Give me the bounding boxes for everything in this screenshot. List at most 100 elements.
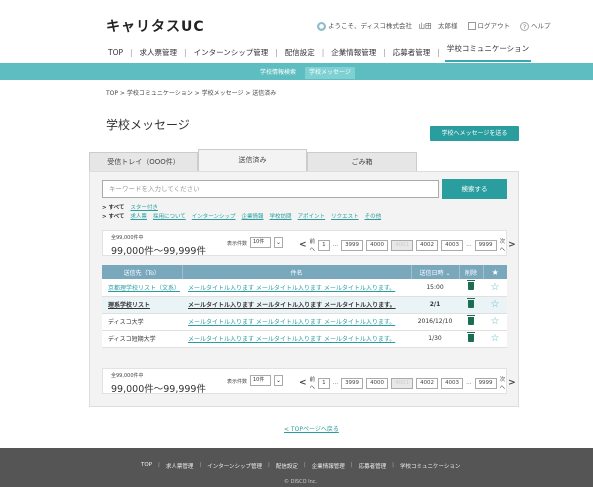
delete-button[interactable]: [459, 279, 483, 297]
next-link[interactable]: 次へ: [500, 237, 506, 253]
back-to-top-link[interactable]: < TOPページへ戻る: [284, 424, 339, 433]
tab-sent[interactable]: 送信済み: [198, 149, 307, 171]
recipient[interactable]: 京都理学校リスト（文系）: [102, 279, 182, 297]
star-toggle[interactable]: ☆: [483, 279, 507, 297]
nav-applicants[interactable]: 応募者管理: [391, 47, 433, 58]
per-page-select[interactable]: 10件: [250, 375, 271, 386]
table-row[interactable]: 京都理学校リスト（文系） メールタイトル入ります メールタイトル入ります メール…: [102, 279, 507, 297]
filter-request[interactable]: リクエスト: [331, 212, 359, 220]
page-link[interactable]: 4003: [441, 239, 464, 251]
chevron-down-icon[interactable]: ⌄: [274, 237, 283, 248]
total-count: 全99,000件中: [111, 235, 144, 241]
page-link[interactable]: 9999: [474, 377, 497, 389]
page-link[interactable]: 4003: [441, 377, 464, 389]
page-link[interactable]: 4002: [416, 239, 439, 251]
star-outline-icon[interactable]: ☆: [491, 299, 500, 310]
delete-button[interactable]: [459, 330, 483, 348]
recipient[interactable]: ディスコ大学: [102, 313, 182, 331]
nav-delivery-settings[interactable]: 配信設定: [283, 47, 317, 58]
recipient[interactable]: 理系学校リスト: [102, 296, 182, 314]
prev-link[interactable]: 前へ: [310, 375, 316, 391]
page-link[interactable]: 1: [318, 239, 330, 251]
trash-icon[interactable]: [467, 331, 475, 342]
sent-date: 1/30: [411, 330, 459, 348]
search-input[interactable]: キーワードを入力してください: [102, 180, 439, 198]
filter-recruitment[interactable]: 採用について: [153, 212, 186, 220]
help-link[interactable]: ? ヘルプ: [520, 20, 551, 31]
delete-button[interactable]: [459, 296, 483, 314]
col-to: 送信先（To）: [102, 265, 183, 279]
filter-all-1[interactable]: > すべて: [102, 203, 124, 211]
nav-job-posting[interactable]: 求人票管理: [138, 47, 180, 58]
filter-company-info[interactable]: 企業情報: [242, 212, 264, 220]
footer-link-internship[interactable]: インターンシップ管理: [207, 462, 262, 470]
filter-school-visit[interactable]: 学校訪問: [270, 212, 292, 220]
prev-link[interactable]: 前へ: [310, 237, 316, 253]
subject[interactable]: メールタイトル入ります メールタイトル入ります メールタイトル入ります。: [182, 296, 411, 314]
table-row[interactable]: ディスコ大学 メールタイトル入ります メールタイトル入ります メールタイトル入り…: [102, 313, 507, 331]
filter-starred[interactable]: スター付き: [130, 203, 158, 211]
footer-link-job-posting[interactable]: 求人票管理: [166, 462, 194, 470]
table-row[interactable]: ディスコ短期大学 メールタイトル入ります メールタイトル入ります メールタイトル…: [102, 330, 507, 348]
nav-internship[interactable]: インターンシップ管理: [192, 47, 271, 58]
logout-link[interactable]: ログアウト: [467, 20, 510, 31]
sent-date: 2016/12/10: [411, 313, 459, 331]
nav-school-communication[interactable]: 学校コミュニケーション: [444, 43, 532, 62]
chevron-right-icon[interactable]: >: [508, 240, 516, 250]
star-outline-icon[interactable]: ☆: [491, 282, 500, 293]
footer-link-company-info[interactable]: 企業情報管理: [312, 462, 345, 470]
filter-all-2[interactable]: > すべて: [102, 212, 124, 220]
per-page-label: 表示件数: [227, 241, 248, 247]
header-utility: ● ようこそ、ディスコ株式会社 山田 太郎様 ログアウト ? ヘルプ: [317, 20, 551, 31]
footer-nav: TOP | 求人票管理 | インターンシップ管理 | 配信設定 | 企業情報管理 | 応募…: [141, 462, 461, 470]
chevron-down-icon[interactable]: ⌄: [274, 375, 283, 386]
trash-icon[interactable]: [467, 314, 475, 325]
subject[interactable]: メールタイトル入ります メールタイトル入ります メールタイトル入ります。: [182, 279, 411, 297]
page-link[interactable]: 4002: [416, 377, 439, 389]
per-page-select[interactable]: 10件: [250, 237, 271, 248]
page-link[interactable]: 1: [318, 377, 330, 389]
delete-button[interactable]: [459, 313, 483, 331]
filter-internship[interactable]: インターンシップ: [192, 212, 236, 220]
chevron-left-icon[interactable]: <: [299, 240, 307, 250]
subnav-school-message[interactable]: 学校メッセージ: [305, 67, 355, 79]
subnav-school-search[interactable]: 学校情報検索: [256, 67, 300, 79]
next-link[interactable]: 次へ: [500, 375, 506, 391]
tab-trash[interactable]: ごみ箱: [307, 152, 417, 171]
star-toggle[interactable]: ☆: [483, 313, 507, 331]
nav-company-info[interactable]: 企業情報管理: [329, 47, 378, 58]
logo[interactable]: キャリタスUC: [106, 16, 205, 36]
page-link[interactable]: 4000: [366, 239, 389, 251]
page-link[interactable]: 4000: [366, 377, 389, 389]
chevron-left-icon[interactable]: <: [299, 378, 307, 388]
col-date[interactable]: 送信日時 ⌄: [411, 265, 460, 279]
trash-icon[interactable]: [467, 280, 475, 291]
star-outline-icon[interactable]: ☆: [491, 316, 500, 327]
nav-top[interactable]: TOP: [106, 48, 125, 57]
page-link[interactable]: 3999: [341, 377, 364, 389]
chevron-right-icon[interactable]: >: [508, 378, 516, 388]
filter-appointment[interactable]: アポイント: [298, 212, 326, 220]
send-message-button[interactable]: 学校へメッセージを送る: [430, 126, 519, 141]
footer-link-school-communication[interactable]: 学校コミュニケーション: [400, 462, 460, 470]
trash-icon[interactable]: [467, 297, 475, 308]
subject[interactable]: メールタイトル入ります メールタイトル入ります メールタイトル入ります。: [182, 313, 411, 331]
footer-link-applicants[interactable]: 応募者管理: [359, 462, 387, 470]
page-link[interactable]: 3999: [341, 239, 364, 251]
star-toggle[interactable]: ☆: [483, 296, 507, 314]
sort-icon[interactable]: ⌄: [445, 270, 450, 277]
search-button[interactable]: 検索する: [442, 179, 507, 199]
total-count: 全99,000件中: [111, 373, 144, 379]
recipient[interactable]: ディスコ短期大学: [102, 330, 182, 348]
filter-other[interactable]: その他: [365, 212, 382, 220]
star-toggle[interactable]: ☆: [483, 330, 507, 348]
subject[interactable]: メールタイトル入ります メールタイトル入ります メールタイトル入ります。: [182, 330, 411, 348]
tab-inbox[interactable]: 受信トレイ（OOO件）: [89, 152, 198, 171]
filter-job-posting[interactable]: 求人票: [130, 212, 147, 220]
page-link[interactable]: 9999: [474, 239, 497, 251]
star-outline-icon[interactable]: ☆: [491, 333, 500, 344]
footer-link-top[interactable]: TOP: [141, 462, 152, 470]
ellipsis: …: [466, 380, 472, 386]
table-row[interactable]: 理系学校リスト メールタイトル入ります メールタイトル入ります メールタイトル入…: [102, 296, 507, 314]
footer-link-delivery-settings[interactable]: 配信設定: [276, 462, 298, 470]
